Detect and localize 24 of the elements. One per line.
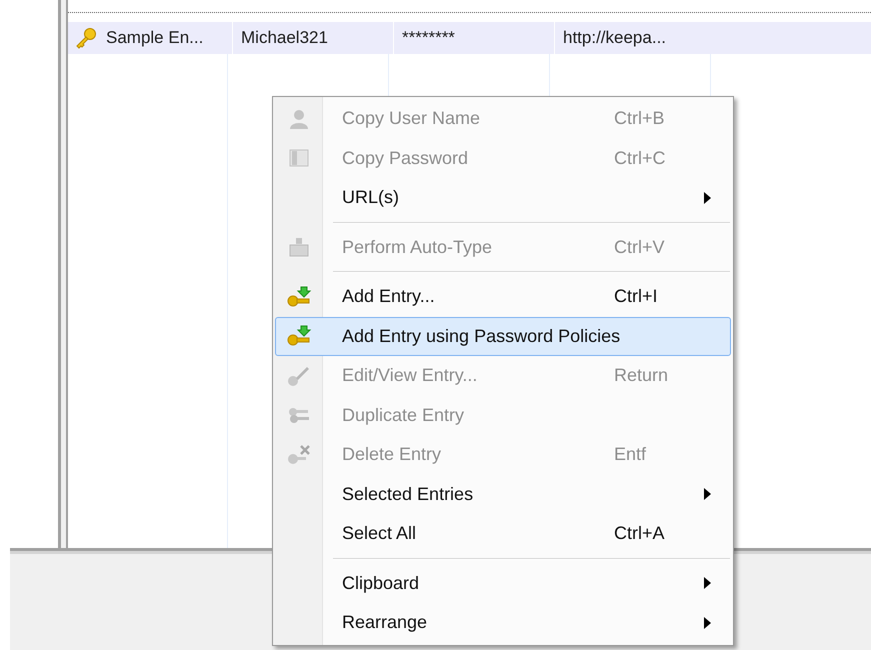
- submenu-arrow-icon: [704, 192, 711, 204]
- keyboard-icon: [288, 236, 310, 258]
- submenu-arrow-icon: [704, 577, 711, 590]
- key-add-icon: [286, 286, 312, 308]
- menu-item[interactable]: Select All Ctrl+A: [275, 514, 731, 554]
- menu-item[interactable]: Clipboard: [275, 564, 731, 603]
- key-card-icon: [288, 147, 310, 170]
- key-add-icon: [286, 325, 312, 348]
- table-cell-text: Sample En...: [105, 27, 204, 50]
- table-cell: ********: [393, 22, 554, 54]
- user-icon: [288, 108, 310, 130]
- menu-item[interactable]: Add Entry... Ctrl+I: [275, 277, 731, 316]
- submenu-arrow-icon: [704, 616, 711, 629]
- key-edit-icon: [287, 364, 311, 387]
- submenu-arrow-icon: [704, 488, 711, 500]
- key-delete-icon: [287, 444, 311, 466]
- menu-item[interactable]: Selected Entries: [275, 474, 731, 514]
- table-cell: Michael321: [232, 22, 393, 54]
- menu-item[interactable]: URL(s): [275, 178, 731, 218]
- key-icon: [74, 27, 98, 49]
- menu-item[interactable]: Rearrange: [275, 603, 731, 642]
- entry-row[interactable]: Sample En... Michael321 ******** http://keepa...: [68, 22, 871, 54]
- table-cell: http://keepa...: [554, 22, 715, 54]
- menu-item[interactable]: Add Entry using Password Policies: [275, 316, 731, 356]
